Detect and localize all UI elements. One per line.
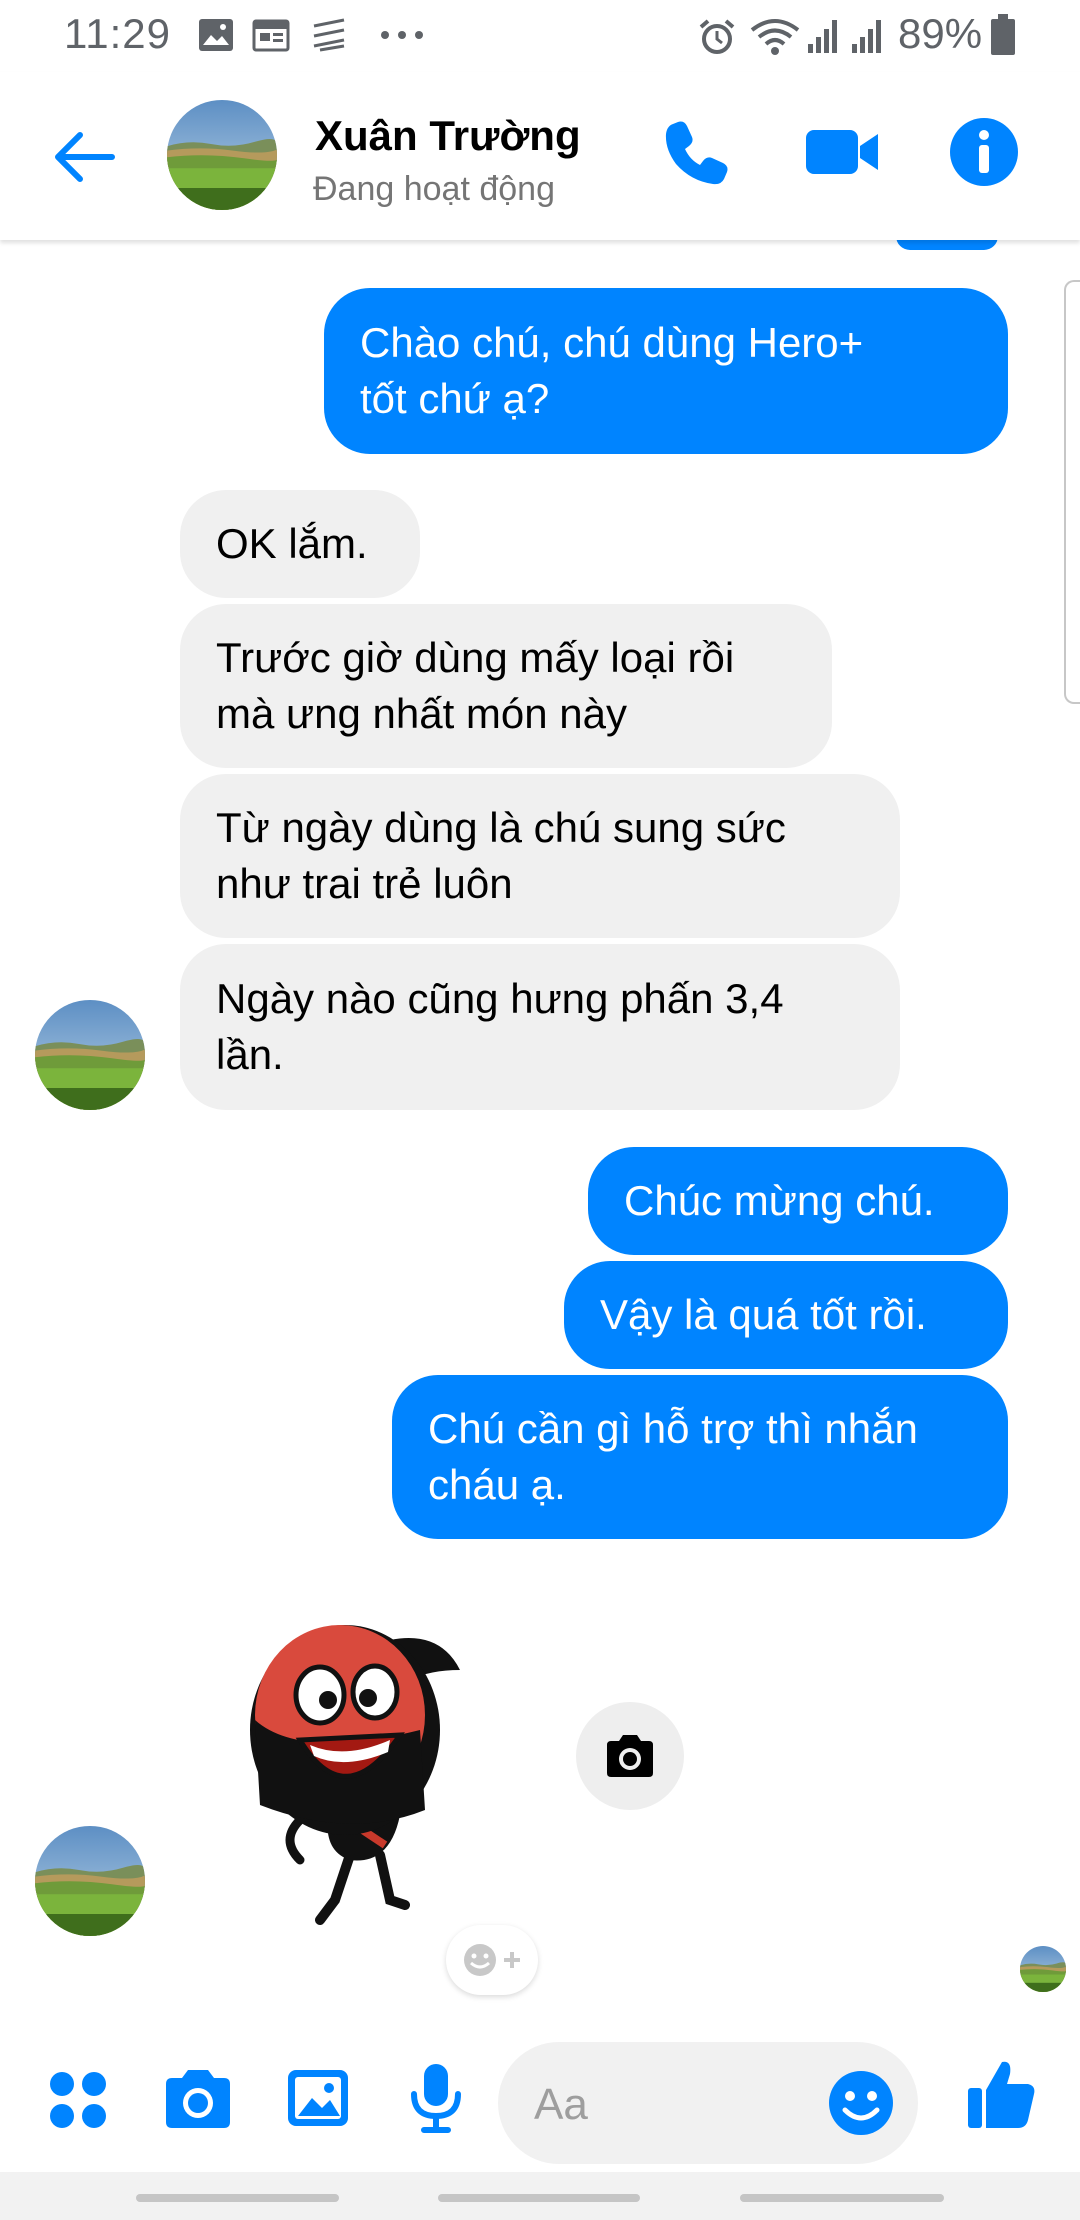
message-text: OK lắm. bbox=[216, 520, 368, 567]
like-icon[interactable] bbox=[966, 2056, 1038, 2130]
camera-icon bbox=[607, 1735, 653, 1777]
back-arrow-icon[interactable] bbox=[48, 122, 118, 192]
system-navigation-bar bbox=[0, 2172, 1080, 2220]
status-bar: 11:29 89% bbox=[0, 0, 1080, 72]
contact-name[interactable]: Xuân Trường bbox=[315, 112, 581, 160]
message-bubble-incoming[interactable]: Từ ngày dùng là chú sung sức như trai tr… bbox=[180, 774, 900, 938]
wifi-icon bbox=[750, 19, 800, 55]
add-reaction-button[interactable] bbox=[446, 1925, 538, 1995]
message-text: Chào chú, chú dùng Hero+ tốt chứ ạ? bbox=[360, 319, 864, 422]
add-reaction-icon bbox=[464, 1944, 520, 1976]
message-text: Chú cần gì hỗ trợ thì nhắn cháu ạ. bbox=[428, 1405, 918, 1508]
emoji-icon[interactable] bbox=[826, 2068, 896, 2138]
mic-icon[interactable] bbox=[408, 2062, 464, 2134]
nav-recent-button[interactable] bbox=[136, 2194, 339, 2202]
info-icon[interactable] bbox=[944, 112, 1024, 192]
sender-avatar[interactable] bbox=[35, 1000, 145, 1110]
gallery-icon[interactable] bbox=[286, 2066, 350, 2130]
phone-icon[interactable] bbox=[656, 112, 736, 192]
message-text: Từ ngày dùng là chú sung sức như trai tr… bbox=[216, 804, 786, 907]
conversation-header: Xuân Trường Đang hoạt động bbox=[0, 72, 1080, 240]
message-bubble-incoming[interactable]: Ngày nào cũng hưng phấn 3,4 lần. bbox=[180, 944, 900, 1110]
status-time: 11:29 bbox=[64, 10, 171, 57]
more-dots-icon bbox=[381, 31, 423, 39]
message-bubble-incoming[interactable]: Trước giờ dùng mấy loại rồi mà ưng nhất … bbox=[180, 604, 832, 768]
message-bubble-outgoing[interactable]: Chúc mừng chú. bbox=[588, 1147, 1008, 1255]
nav-home-button[interactable] bbox=[438, 2194, 640, 2202]
signal-icon bbox=[852, 20, 881, 53]
camera-button[interactable] bbox=[576, 1702, 684, 1810]
video-icon[interactable] bbox=[802, 112, 882, 192]
battery-percent: 89% bbox=[898, 10, 983, 57]
seen-indicator-avatar bbox=[1020, 1946, 1066, 1992]
message-bubble-outgoing[interactable]: Chào chú, chú dùng Hero+ tốt chứ ạ? bbox=[324, 288, 1008, 454]
contact-avatar[interactable] bbox=[167, 100, 277, 210]
message-input-placeholder: Aa bbox=[534, 2080, 588, 2129]
active-status: Đang hoạt động bbox=[313, 170, 555, 208]
message-text: Vậy là quá tốt rồi. bbox=[600, 1291, 927, 1338]
apps-icon[interactable] bbox=[46, 2068, 110, 2132]
message-text: Ngày nào cũng hưng phấn 3,4 lần. bbox=[216, 975, 784, 1078]
camera-icon[interactable] bbox=[162, 2066, 234, 2132]
sticker-message[interactable] bbox=[240, 1600, 470, 1930]
signal-icon bbox=[808, 20, 837, 53]
nav-back-button[interactable] bbox=[740, 2194, 944, 2202]
message-bubble-outgoing[interactable]: Vậy là quá tốt rồi. bbox=[564, 1261, 1008, 1369]
message-bubble-incoming[interactable]: OK lắm. bbox=[180, 490, 420, 598]
image-icon bbox=[199, 19, 233, 51]
message-composer: Aa bbox=[0, 2030, 1080, 2170]
stack-icon bbox=[313, 18, 345, 52]
message-list[interactable] bbox=[0, 240, 1080, 2040]
battery-icon bbox=[991, 14, 1015, 55]
message-text: Chúc mừng chú. bbox=[624, 1177, 935, 1224]
scroll-indicator[interactable] bbox=[1064, 280, 1080, 704]
message-text: Trước giờ dùng mấy loại rồi mà ưng nhất … bbox=[216, 634, 735, 737]
message-bubble-outgoing[interactable]: Chú cần gì hỗ trợ thì nhắn cháu ạ. bbox=[392, 1375, 1008, 1539]
alarm-icon bbox=[699, 19, 735, 54]
calendar-icon bbox=[252, 19, 290, 52]
sender-avatar[interactable] bbox=[35, 1826, 145, 1936]
message-input[interactable]: Aa bbox=[498, 2042, 918, 2164]
